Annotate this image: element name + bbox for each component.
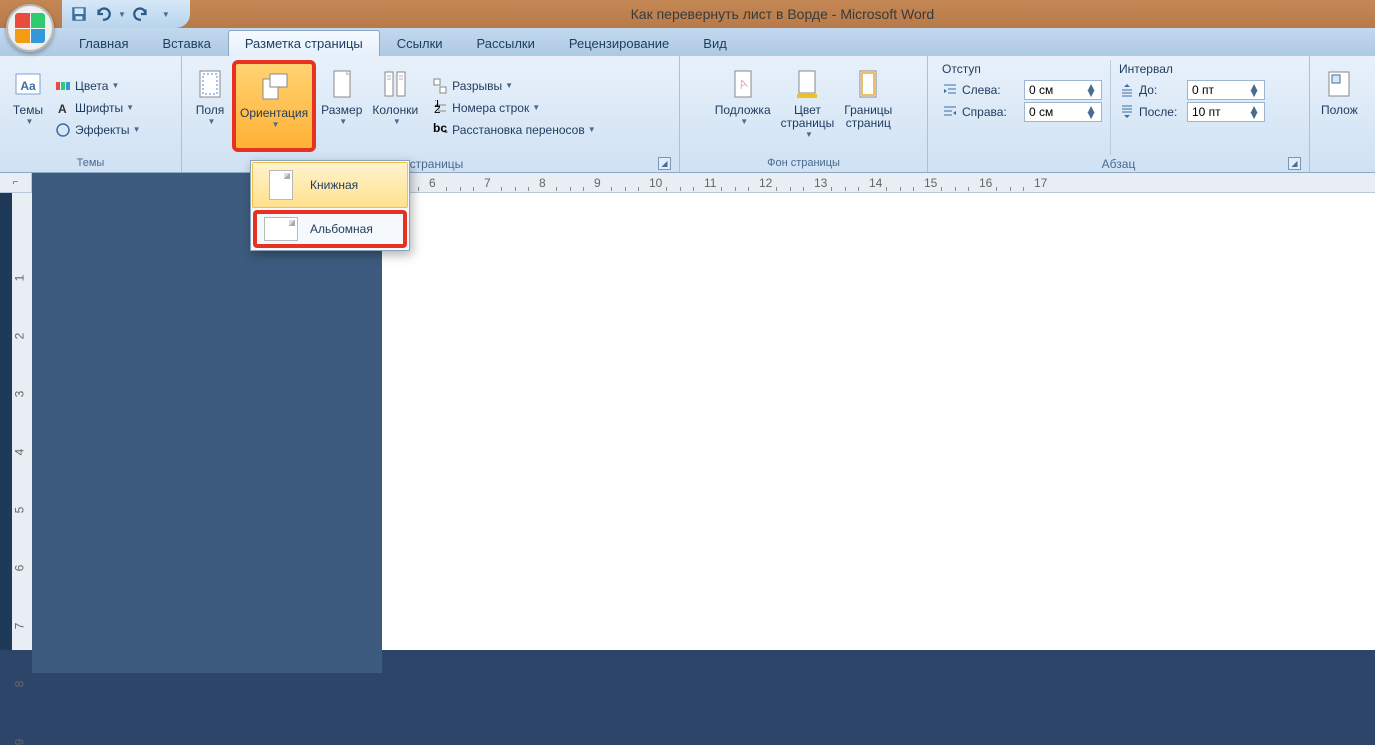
undo-icon[interactable] — [94, 5, 112, 23]
tab-review[interactable]: Рецензирование — [552, 30, 686, 56]
spacing-title: Интервал — [1119, 62, 1265, 76]
svg-text:-: - — [444, 124, 448, 138]
spacing-before-input[interactable]: 0 пт▲▼ — [1187, 80, 1265, 100]
page-borders-button[interactable]: Границы страниц — [839, 60, 897, 152]
chevron-down-icon: ▼ — [26, 117, 34, 126]
indent-title: Отступ — [942, 62, 1102, 76]
save-icon[interactable] — [70, 5, 88, 23]
svg-text:A: A — [58, 102, 67, 116]
vertical-ruler[interactable]: 123456789 — [12, 173, 32, 650]
hyphenation-icon: bc- — [432, 122, 448, 138]
quick-access-toolbar: ▼ ▼ — [62, 0, 190, 28]
margins-button[interactable]: Поля▼ — [188, 60, 232, 152]
breaks-icon — [432, 78, 448, 94]
svg-text:2: 2 — [434, 102, 441, 116]
breaks-button[interactable]: Разрывы▼ — [427, 75, 600, 97]
portrait-icon — [269, 170, 293, 200]
undo-dropdown-icon[interactable]: ▼ — [118, 10, 126, 19]
tab-view[interactable]: Вид — [686, 30, 744, 56]
hyphenation-button[interactable]: bc- Расстановка переносов▼ — [427, 119, 600, 141]
margins-icon — [194, 68, 226, 100]
tab-page-layout[interactable]: Разметка страницы — [228, 30, 380, 56]
themes-group-label: Темы — [6, 155, 175, 172]
window-title: Как перевернуть лист в Ворде - Microsoft… — [190, 6, 1375, 22]
tab-insert[interactable]: Вставка — [145, 30, 227, 56]
line-numbers-button[interactable]: 12 Номера строк▼ — [427, 97, 600, 119]
theme-effects-button[interactable]: Эффекты▼ — [50, 119, 145, 141]
spacing-before-icon — [1119, 82, 1135, 98]
effects-icon — [55, 122, 71, 138]
watermark-button[interactable]: A Подложка▼ — [710, 60, 776, 152]
orientation-landscape-item[interactable]: Альбомная — [253, 210, 407, 248]
indent-left-icon — [942, 82, 958, 98]
svg-text:Aa: Aa — [20, 79, 36, 93]
orientation-portrait-item[interactable]: Книжная — [252, 162, 408, 208]
page-borders-icon — [852, 68, 884, 100]
theme-colors-button[interactable]: Цвета▼ — [50, 75, 145, 97]
line-numbers-icon: 12 — [432, 100, 448, 116]
qat-customize-icon[interactable]: ▼ — [162, 10, 170, 19]
fonts-icon: A — [55, 100, 71, 116]
indent-right-input[interactable]: 0 см▲▼ — [1024, 102, 1102, 122]
indent-left-input[interactable]: 0 см▲▼ — [1024, 80, 1102, 100]
tab-mailings[interactable]: Рассылки — [460, 30, 552, 56]
background-group-label: Фон страницы — [686, 155, 921, 172]
office-button[interactable] — [6, 4, 54, 52]
colors-icon — [55, 78, 71, 94]
redo-icon[interactable] — [132, 5, 150, 23]
page-color-button[interactable]: Цвет страницы▼ — [776, 60, 840, 152]
spacing-after-input[interactable]: 10 пт▲▼ — [1187, 102, 1265, 122]
tab-references[interactable]: Ссылки — [380, 30, 460, 56]
columns-icon — [379, 68, 411, 100]
tab-home[interactable]: Главная — [62, 30, 145, 56]
position-button[interactable]: Полож — [1316, 60, 1363, 152]
landscape-icon — [264, 217, 298, 241]
spacing-after-icon — [1119, 104, 1135, 120]
themes-icon: Aa — [12, 68, 44, 100]
ruler-corner[interactable]: ⌐ — [0, 173, 32, 193]
ribbon: Aa Темы ▼ Цвета▼ A Шрифты▼ Эффекты▼ Те — [0, 56, 1375, 173]
size-button[interactable]: Размер▼ — [316, 60, 367, 152]
themes-button[interactable]: Aa Темы ▼ — [6, 60, 50, 152]
paragraph-group-label: Абзац — [1102, 157, 1136, 171]
columns-button[interactable]: Колонки▼ — [367, 60, 423, 152]
office-logo-icon — [15, 13, 45, 43]
ribbon-tabs: Главная Вставка Разметка страницы Ссылки… — [0, 28, 1375, 56]
position-icon — [1323, 68, 1355, 100]
size-icon — [326, 68, 358, 100]
orientation-button[interactable]: Ориентация▼ — [232, 60, 316, 152]
indent-right-icon — [942, 104, 958, 120]
orientation-icon — [258, 71, 290, 103]
paragraph-launcher[interactable]: ◢ — [1288, 157, 1301, 170]
theme-fonts-button[interactable]: A Шрифты▼ — [50, 97, 145, 119]
page-setup-launcher[interactable]: ◢ — [658, 157, 671, 170]
page-color-icon — [791, 68, 823, 100]
orientation-dropdown: Книжная Альбомная — [250, 160, 410, 251]
watermark-icon: A — [727, 68, 759, 100]
